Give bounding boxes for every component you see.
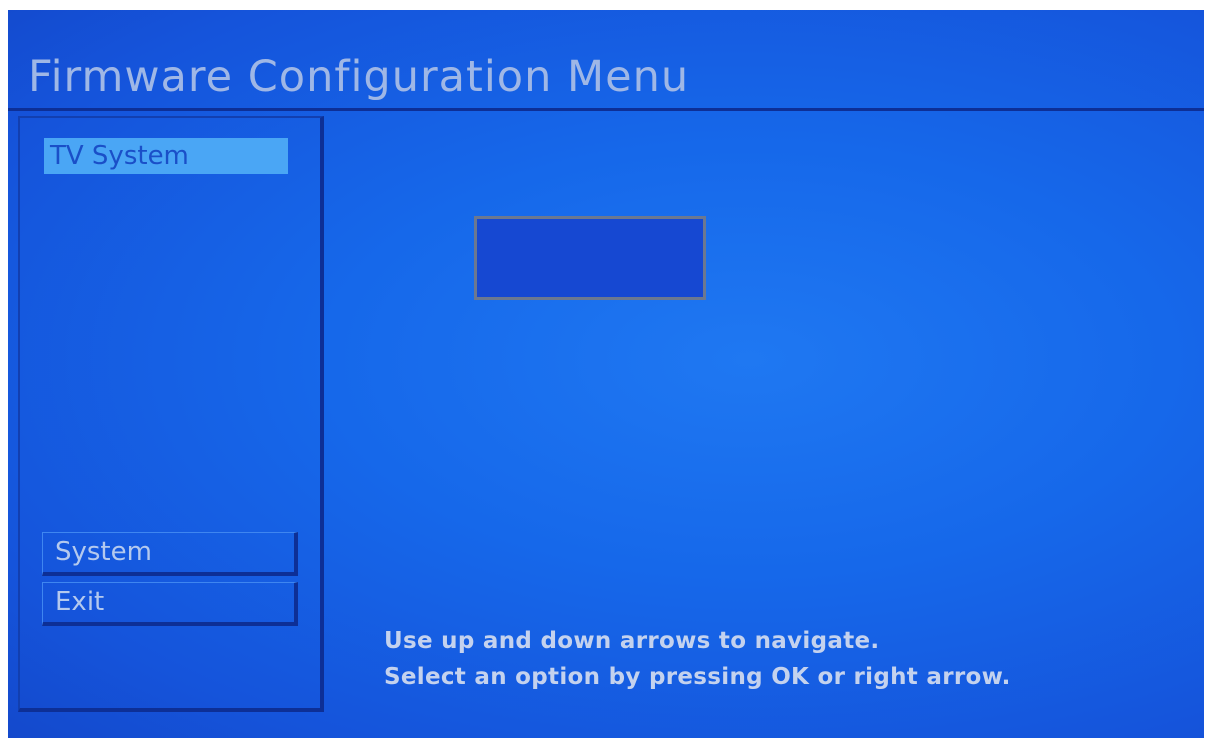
firmware-screen: Firmware Configuration Menu TV System Sy… [8, 10, 1204, 738]
option-box[interactable] [474, 216, 706, 300]
help-text-navigate: Use up and down arrows to navigate. [384, 628, 880, 654]
exit-button[interactable]: Exit [42, 582, 298, 626]
title-bar: Firmware Configuration Menu [8, 10, 1204, 111]
help-text-select: Select an option by pressing OK or right… [384, 664, 1011, 690]
left-menu-panel: TV System System Exit [18, 116, 324, 712]
menu-item-tv-system[interactable]: TV System [44, 138, 288, 174]
system-button[interactable]: System [42, 532, 298, 576]
page-title: Firmware Configuration Menu [28, 52, 690, 102]
